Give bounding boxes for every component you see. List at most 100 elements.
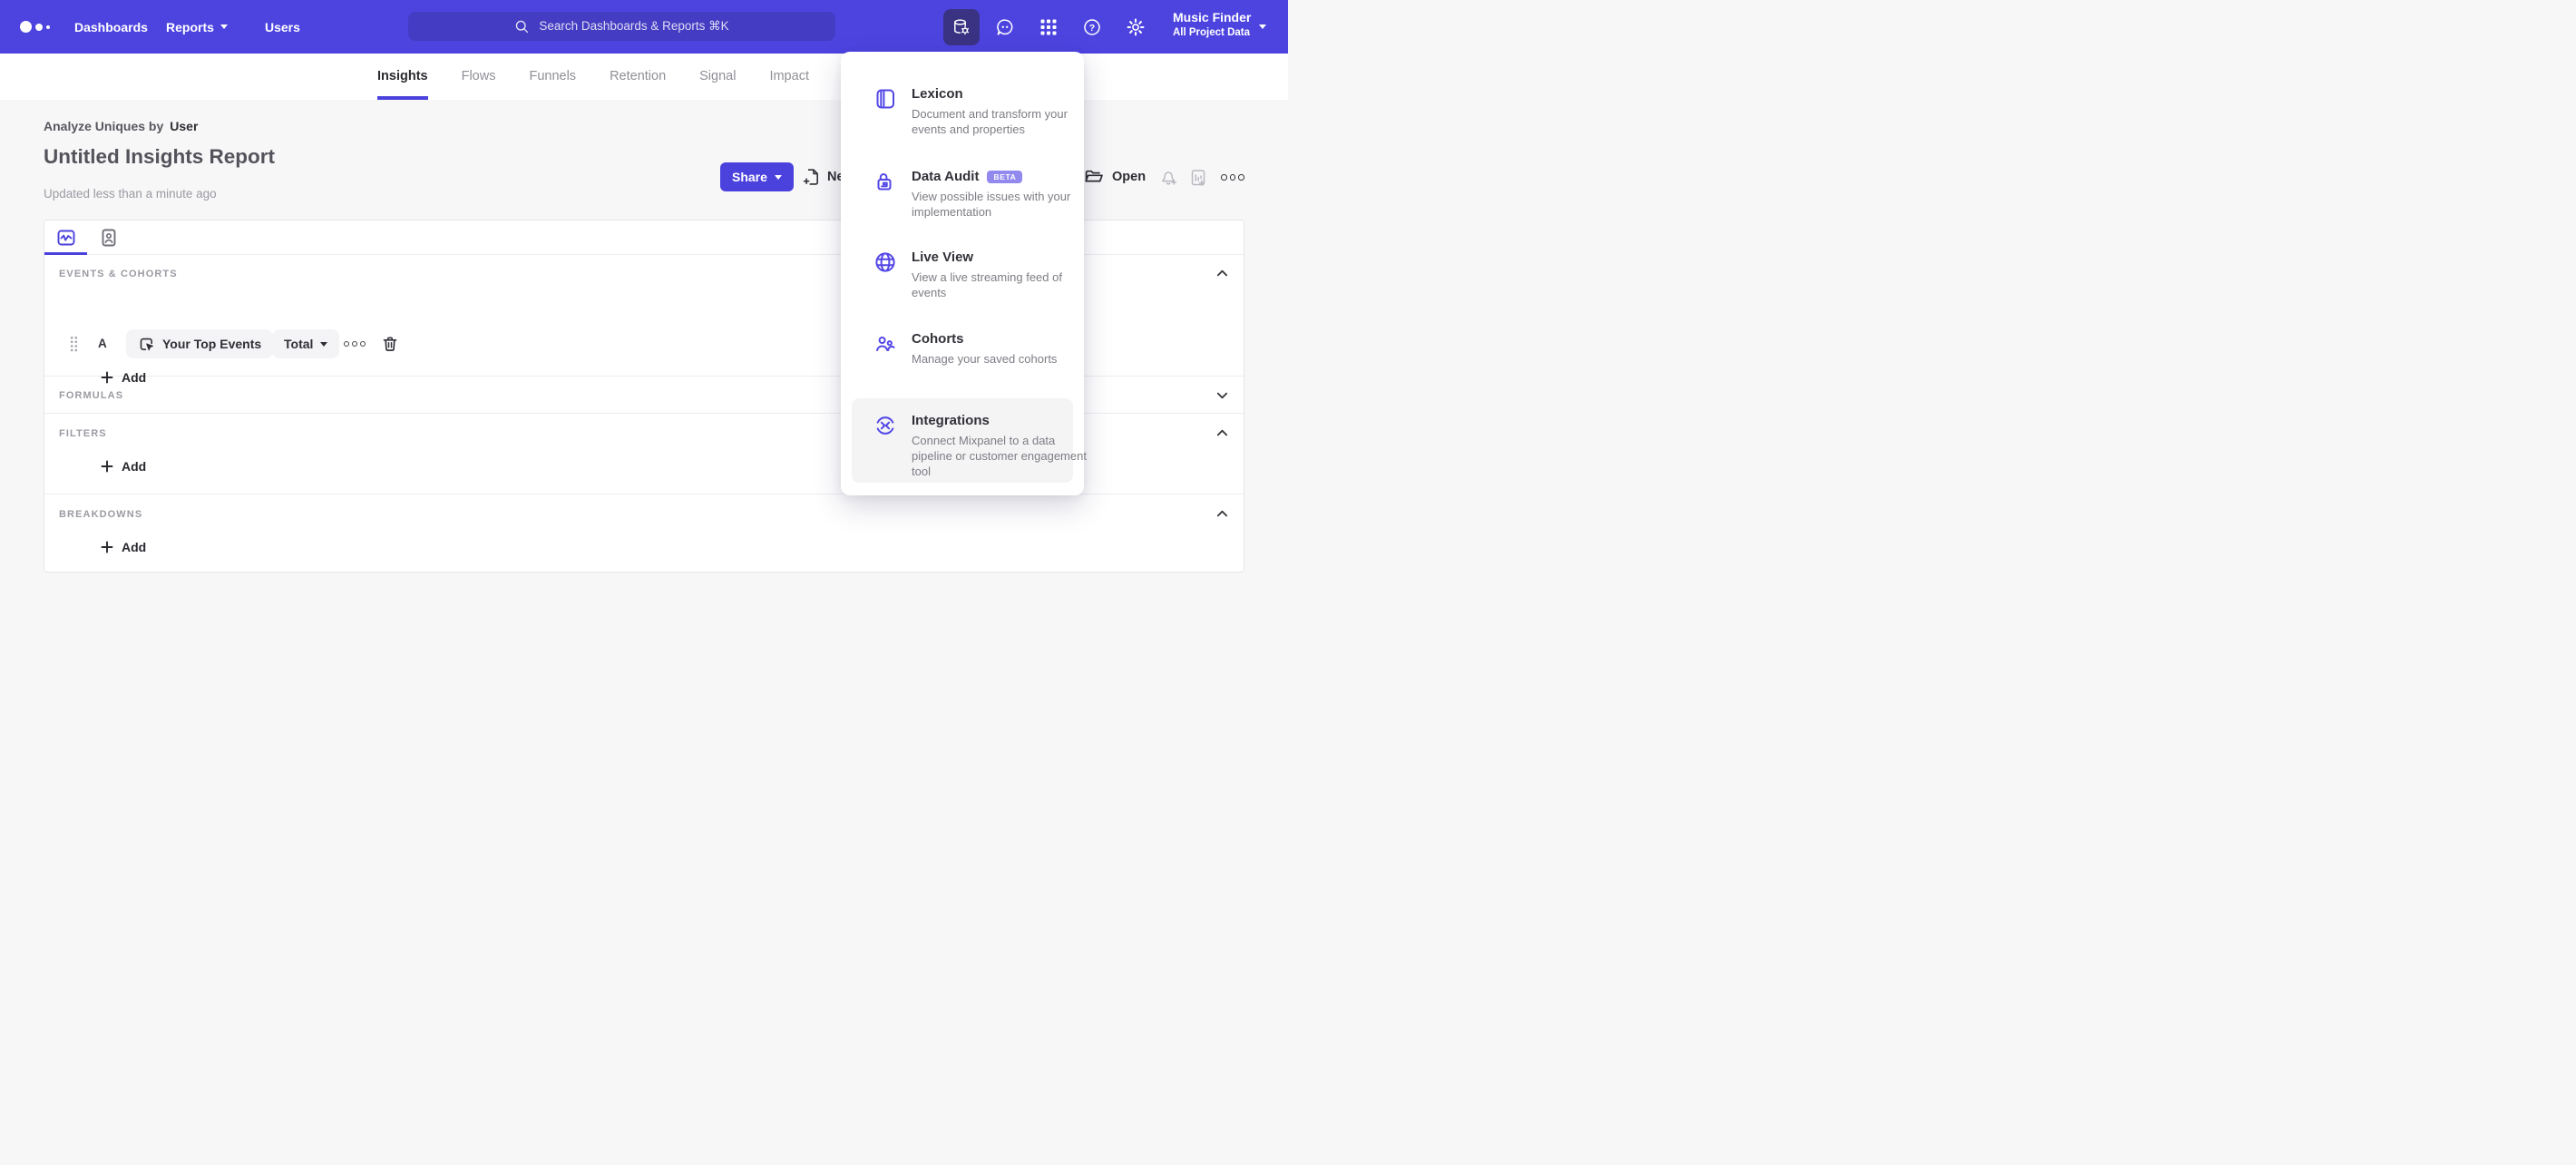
trash-icon (383, 337, 397, 351)
data-audit-lock-icon (873, 170, 897, 193)
menu-item-integrations[interactable]: Integrations Connect Mixpanel to a data … (873, 412, 1091, 479)
mixpanel-insights-page: Dashboards Reports Users Search Dashboar… (0, 0, 1288, 582)
nav-dashboards-label: Dashboards (74, 19, 148, 34)
nav-users[interactable]: Users (265, 0, 300, 54)
top-navigation-bar: Dashboards Reports Users Search Dashboar… (0, 0, 1288, 54)
report-type-tabs: Insights Flows Funnels Retention Signal … (0, 54, 1288, 100)
event-more-options-button[interactable] (344, 341, 366, 347)
delete-event-button[interactable] (381, 335, 399, 353)
more-dot (1221, 174, 1227, 181)
lexicon-description: Document and transform your events and p… (912, 107, 1068, 136)
project-scope: All Project Data (1173, 27, 1250, 38)
help-button[interactable]: ? (1074, 9, 1110, 45)
live-view-title: Live View (912, 250, 974, 265)
updated-timestamp: Updated less than a minute ago (44, 187, 217, 201)
breakdowns-collapse-chevron-up-icon[interactable] (1215, 507, 1229, 521)
search-input[interactable]: Search Dashboards & Reports ⌘K (408, 12, 835, 41)
tab-funnels[interactable]: Funnels (529, 54, 576, 100)
project-name: Music Finder (1173, 10, 1252, 24)
cursor-click-icon (140, 338, 154, 350)
menu-item-data-audit[interactable]: Data Audit BETA View possible issues wit… (873, 168, 1091, 220)
filters-section-label: FILTERS (59, 428, 107, 439)
menu-item-live-view[interactable]: Live View View a live streaming feed of … (873, 249, 1091, 300)
metric-name: Total (284, 337, 314, 351)
apps-grid-button[interactable] (1030, 9, 1067, 45)
open-report-label: Open (1112, 170, 1147, 184)
menu-item-lexicon[interactable]: Lexicon Document and transform your even… (873, 85, 1091, 137)
analyze-prefix: Analyze Uniques by (44, 119, 164, 133)
feedback-button[interactable] (987, 9, 1023, 45)
tab-flows[interactable]: Flows (462, 54, 496, 100)
user-card-icon (102, 229, 116, 247)
breakdowns-section: BREAKDOWNS Add (44, 494, 1244, 572)
metric-selector-button[interactable]: Total (272, 329, 340, 358)
more-actions-button[interactable] (1221, 174, 1244, 181)
data-management-button[interactable] (943, 9, 980, 45)
add-alert-button[interactable] (1158, 168, 1178, 188)
filters-collapse-chevron-up-icon[interactable] (1215, 426, 1229, 440)
share-chevron-down-icon (774, 174, 782, 180)
tab-signal[interactable]: Signal (699, 54, 736, 100)
svg-text:?: ? (1089, 23, 1095, 34)
add-breakdown-button[interactable]: Add (101, 540, 146, 554)
apps-grid-icon (1040, 19, 1057, 35)
cohorts-title: Cohorts (912, 331, 964, 347)
event-selector-button[interactable]: Your Top Events (126, 329, 274, 358)
formulas-section-label: FORMULAS (59, 390, 124, 401)
breakdowns-section-label: BREAKDOWNS (59, 509, 143, 520)
events-section-label: EVENTS & COHORTS (59, 269, 178, 279)
open-report-button[interactable]: Open (1083, 167, 1146, 187)
event-letter-badge: A (98, 337, 107, 350)
drag-handle-icon[interactable] (70, 336, 78, 352)
tab-retention[interactable]: Retention (610, 54, 666, 100)
mixpanel-logo-icon[interactable] (20, 21, 50, 33)
menu-item-cohorts[interactable]: Cohorts Manage your saved cohorts (873, 330, 1091, 367)
share-button-label: Share (732, 170, 767, 184)
board-plus-icon (1191, 170, 1205, 186)
integrations-sync-icon (873, 414, 897, 437)
settings-button[interactable] (1117, 9, 1154, 45)
lexicon-title: Lexicon (912, 86, 963, 102)
data-management-icon (954, 19, 970, 35)
pulse-chart-icon (57, 230, 75, 246)
live-view-description: View a live streaming feed of events (912, 270, 1062, 299)
add-filter-label: Add (122, 459, 147, 474)
lexicon-book-icon (873, 87, 897, 111)
tab-insights[interactable]: Insights (377, 54, 428, 100)
events-view-tab[interactable] (56, 228, 76, 248)
tab-impact[interactable]: Impact (769, 54, 809, 100)
project-chevron-down-icon[interactable] (1259, 24, 1266, 29)
analyze-by-row: Analyze Uniques by User (44, 119, 198, 133)
integrations-description: Connect Mixpanel to a data pipeline or c… (912, 434, 1087, 478)
settings-icon (1127, 18, 1145, 36)
profiles-view-tab[interactable] (99, 228, 119, 248)
live-view-globe-icon (873, 250, 897, 274)
nav-reports-label: Reports (166, 19, 214, 34)
project-selector[interactable]: Music Finder All Project Data (1173, 9, 1251, 40)
chevron-down-icon (220, 24, 228, 29)
help-icon: ? (1084, 19, 1100, 35)
nav-users-label: Users (265, 19, 300, 34)
analyze-entity-selector[interactable]: User (170, 119, 198, 133)
data-audit-description: View possible issues with your implement… (912, 190, 1071, 219)
page-title[interactable]: Untitled Insights Report (44, 145, 275, 169)
data-management-dropdown: Lexicon Document and transform your even… (841, 52, 1087, 495)
plus-icon (101, 460, 113, 473)
beta-badge: BETA (987, 170, 1023, 184)
nav-reports[interactable]: Reports (166, 0, 228, 54)
event-name: Your Top Events (162, 337, 262, 351)
metric-chevron-down-icon (320, 341, 328, 347)
search-icon (516, 20, 529, 33)
cohorts-description: Manage your saved cohorts (912, 352, 1058, 366)
plus-icon (101, 541, 113, 553)
cohorts-people-icon (873, 332, 897, 356)
nav-dashboards[interactable]: Dashboards (74, 0, 148, 54)
integrations-title: Integrations (912, 413, 990, 428)
share-button[interactable]: Share (720, 162, 794, 191)
add-to-board-button[interactable] (1188, 168, 1208, 188)
events-collapse-chevron-up-icon[interactable] (1215, 267, 1229, 280)
bell-plus-icon (1162, 171, 1177, 185)
formulas-expand-chevron-down-icon[interactable] (1215, 388, 1229, 402)
add-filter-button[interactable]: Add (101, 459, 146, 474)
new-report-icon (803, 169, 818, 185)
